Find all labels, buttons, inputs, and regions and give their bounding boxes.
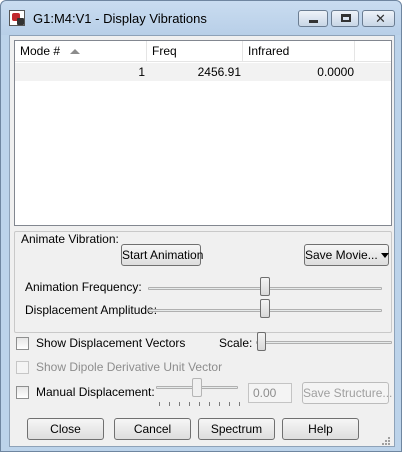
column-header-freq[interactable]: Freq	[147, 41, 243, 62]
vibration-mode-list[interactable]: Mode # Freq Infrared 1 2456.91 0.0000	[14, 40, 392, 226]
maximize-icon	[341, 14, 351, 22]
animate-vibration-label: Animate Vibration:	[21, 232, 119, 246]
spectrum-button[interactable]: Spectrum	[198, 418, 275, 440]
cell-infrared: 0.0000	[317, 65, 354, 79]
show-displacement-vectors-checkbox[interactable]	[16, 337, 29, 350]
save-movie-button[interactable]: Save Movie...	[304, 244, 389, 266]
minimize-icon	[309, 20, 318, 23]
column-header-mode[interactable]: Mode #	[15, 41, 147, 62]
manual-displacement-slider[interactable]	[192, 378, 202, 397]
animate-vibration-group: Animate Vibration: Start Animation Save …	[14, 231, 392, 333]
displacement-amplitude-label: Displacement Amplitude:	[25, 303, 158, 317]
animation-frequency-label: Animation Frequency:	[25, 280, 142, 294]
scale-slider[interactable]	[256, 332, 266, 351]
display-vibrations-window: G1:M4:V1 - Display Vibrations ✕ Mode # F…	[0, 0, 402, 452]
help-button[interactable]: Help	[282, 418, 359, 440]
table-row[interactable]: 1 2456.91 0.0000	[15, 63, 391, 81]
show-dipole-derivative-label: Show Dipole Derivative Unit Vector	[36, 360, 223, 374]
close-window-button[interactable]: ✕	[362, 10, 395, 27]
animation-frequency-slider[interactable]	[260, 277, 270, 296]
column-label-infrared: Infrared	[248, 44, 290, 58]
minimize-button[interactable]	[298, 10, 328, 27]
column-label-mode: Mode #	[20, 44, 61, 58]
manual-displacement-value-field[interactable]: 0.00	[248, 383, 292, 403]
save-movie-label: Save Movie...	[305, 248, 378, 262]
scale-track	[256, 341, 392, 344]
save-structure-button[interactable]: Save Structure...	[302, 382, 392, 404]
displacement-amplitude-slider[interactable]	[260, 299, 270, 318]
column-label-freq: Freq	[152, 44, 177, 58]
dialog-client-area: Mode # Freq Infrared 1 2456.91 0.0000 An…	[9, 35, 395, 447]
column-header-infrared[interactable]: Infrared	[243, 41, 355, 62]
manual-displacement-checkbox[interactable]	[16, 386, 29, 399]
manual-displacement-label: Manual Displacement:	[36, 385, 155, 399]
start-animation-button[interactable]: Start Animation	[121, 244, 203, 266]
dropdown-arrow-icon	[380, 253, 389, 259]
maximize-button[interactable]	[331, 10, 359, 27]
gaussview-app-icon	[9, 10, 25, 26]
cell-mode: 1	[138, 65, 145, 79]
close-icon: ✕	[375, 11, 386, 26]
list-header: Mode # Freq Infrared	[15, 41, 391, 62]
show-displacement-vectors-label: Show Displacement Vectors	[36, 336, 186, 350]
show-dipole-derivative-checkbox[interactable]	[16, 361, 29, 374]
close-button[interactable]: Close	[27, 418, 104, 440]
cancel-button[interactable]: Cancel	[114, 418, 191, 440]
title-bar[interactable]: G1:M4:V1 - Display Vibrations ✕	[1, 1, 401, 35]
cell-freq: 2456.91	[197, 65, 241, 79]
window-title: G1:M4:V1 - Display Vibrations	[33, 11, 207, 26]
sort-ascending-icon	[70, 49, 80, 54]
scale-label: Scale:	[219, 336, 253, 350]
